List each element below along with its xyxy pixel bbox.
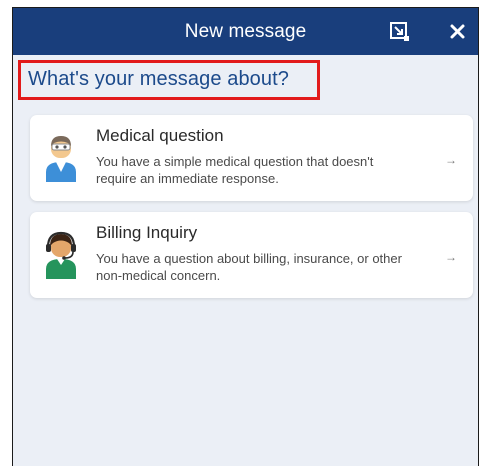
option-medical-question[interactable]: Medical question You have a simple medic… [30,115,473,201]
option-description: You have a simple medical question that … [96,154,374,186]
option-title: Medical question [96,126,224,145]
arrow-right-icon: → [445,153,457,167]
popout-button[interactable] [389,21,411,43]
option-title: Billing Inquiry [96,223,198,242]
heading-highlight-box: What's your message about? [18,60,320,100]
popout-icon [390,22,409,41]
option-billing-inquiry[interactable]: Billing Inquiry You have a question abou… [30,212,473,298]
option-description: You have a question about billing, insur… [96,251,402,283]
close-icon [450,24,465,39]
doctor-icon [43,132,79,182]
title-bar: New message [13,8,478,55]
billing-agent-headset-icon [43,229,79,279]
arrow-right-icon: → [445,250,457,264]
page-heading: What's your message about? [28,68,289,90]
close-button[interactable] [447,21,469,43]
new-message-window: New message What's your message about? M… [12,7,479,466]
